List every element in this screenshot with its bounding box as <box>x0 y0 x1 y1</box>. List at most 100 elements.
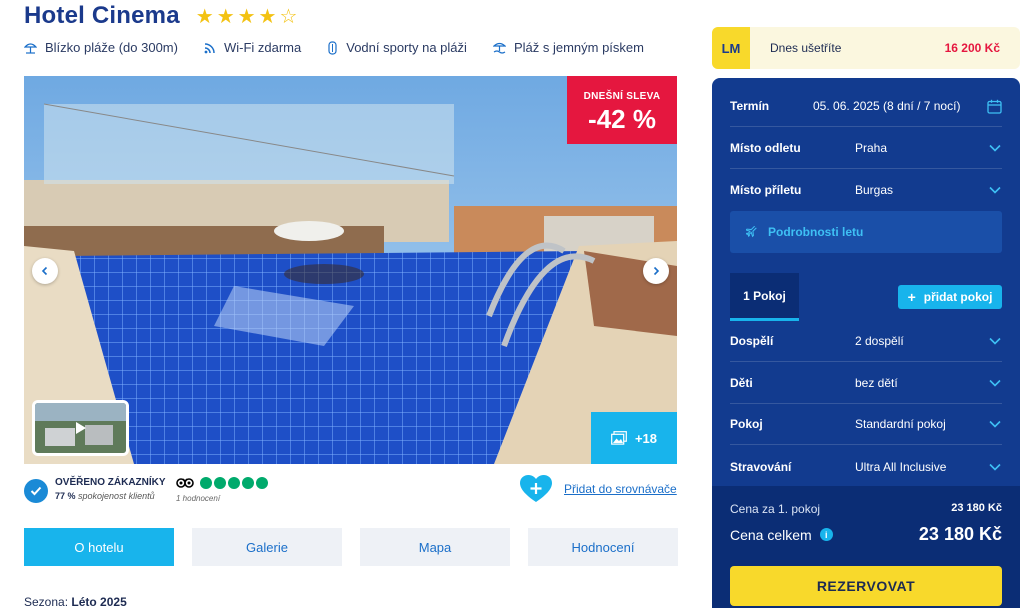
hotel-header: Hotel Cinema ★★★★☆ <box>24 2 300 30</box>
term-value: 05. 06. 2025 (8 dní / 7 nocí) <box>813 99 961 113</box>
price-total-label: Cena celkem <box>730 526 812 543</box>
term-selector[interactable]: Termín 05. 06. 2025 (8 dní / 7 nocí) <box>730 86 1002 127</box>
reserve-button[interactable]: REZERVOVAT <box>730 566 1002 606</box>
amenity-label: Blízko pláže (do 300m) <box>45 40 178 55</box>
verified-by-customers: OVĚŘENO ZÁKAZNÍKY 77 % spokojenost klien… <box>24 477 166 503</box>
chevron-down-icon <box>989 144 1001 152</box>
photos-icon <box>611 431 627 445</box>
calendar-icon <box>987 99 1002 114</box>
departure-value: Praha <box>855 141 888 155</box>
savings-banner: LM Dnes ušetříte 16 200 Kč <box>712 27 1020 69</box>
discount-value: -42 % <box>588 104 656 134</box>
rating-bubble-icon <box>214 477 226 489</box>
discount-label: DNEŠNÍ SLEVA <box>583 91 661 102</box>
tab-gallery[interactable]: Galerie <box>192 528 342 566</box>
arrival-selector[interactable]: Místo příletu Burgas <box>730 169 1002 210</box>
season-value: Léto 2025 <box>71 595 127 608</box>
season-info: Sezona: Léto 2025 <box>24 595 127 608</box>
room-type-selector[interactable]: Pokoj Standardní pokoj <box>730 404 1002 445</box>
tab-about-hotel[interactable]: O hotelu <box>24 528 174 566</box>
tripadvisor-bubbles <box>200 477 270 489</box>
children-value: bez dětí <box>855 376 898 390</box>
video-thumbnail-image <box>35 403 126 453</box>
gallery-next-button[interactable] <box>643 258 669 284</box>
rooms-row: 1 Pokoj + přidat pokoj <box>730 273 1002 321</box>
amenity-water-sports: Vodní sporty na pláži <box>327 40 467 55</box>
last-minute-badge: LM <box>712 27 750 69</box>
airplane-icon <box>746 226 757 238</box>
beach-umbrella-icon <box>24 43 37 54</box>
board-selector[interactable]: Stravování Ultra All Inclusive <box>730 446 1002 487</box>
children-selector[interactable]: Děti bez dětí <box>730 363 1002 404</box>
tab-reviews[interactable]: Hodnocení <box>528 528 678 566</box>
amenity-wifi: Wi-Fi zdarma <box>204 40 301 55</box>
tripadvisor-rating: 1 hodnocení <box>176 477 270 503</box>
video-thumbnail[interactable] <box>32 400 129 456</box>
rating-bubble-icon <box>200 477 212 489</box>
verified-check-icon <box>24 479 48 503</box>
chevron-left-icon <box>41 266 48 276</box>
chevron-down-icon <box>989 463 1001 471</box>
price-summary: Cena za 1. pokoj 23 180 Kč Cena celkem i… <box>712 486 1020 608</box>
adults-label: Dospělí <box>730 334 774 348</box>
price-per-room-label: Cena za 1. pokoj <box>730 502 821 516</box>
amenity-label: Pláž s jemným pískem <box>513 40 644 55</box>
booking-panel: Termín 05. 06. 2025 (8 dní / 7 nocí) Mís… <box>712 78 1020 608</box>
info-icon[interactable]: i <box>819 528 833 541</box>
discount-badge: DNEŠNÍ SLEVA -42 % <box>567 76 677 144</box>
more-photos-count: +18 <box>634 430 658 446</box>
heart-plus-icon <box>520 475 552 502</box>
hotel-star-rating: ★★★★☆ <box>196 4 301 29</box>
sand-beach-icon <box>492 42 506 54</box>
price-total: Cena celkem i 23 180 Kč <box>730 524 1002 545</box>
room-tab-1[interactable]: 1 Pokoj <box>730 273 799 321</box>
flight-details-button[interactable]: Podrobnosti letu <box>730 211 1002 253</box>
verified-title: OVĚŘENO ZÁKAZNÍKY <box>55 477 166 488</box>
amenity-sand-beach: Pláž s jemným pískem <box>492 40 644 55</box>
season-label: Sezona: <box>24 595 69 608</box>
amenities-list: Blízko pláže (do 300m) Wi-Fi zdarma Vodn… <box>24 40 670 55</box>
satisfaction-percent: 77 % <box>55 491 76 501</box>
more-photos-button[interactable]: +18 <box>591 412 677 464</box>
tripadvisor-owl-icon <box>176 478 194 488</box>
term-label: Termín <box>730 99 770 113</box>
chevron-down-icon <box>989 186 1001 194</box>
room-type-label: Pokoj <box>730 417 763 431</box>
chevron-right-icon <box>653 266 660 276</box>
rating-bubble-icon <box>256 477 268 489</box>
departure-selector[interactable]: Místo odletu Praha <box>730 128 1002 169</box>
plus-icon: + <box>907 289 916 305</box>
rating-bubble-icon <box>228 477 240 489</box>
tripadvisor-count: 1 hodnocení <box>176 494 221 503</box>
wifi-icon <box>204 42 215 53</box>
add-to-compare-link[interactable]: Přidat do srovnávače <box>564 482 677 496</box>
departure-label: Místo odletu <box>730 141 801 155</box>
add-to-compare[interactable]: Přidat do srovnávače <box>520 475 677 503</box>
add-room-button[interactable]: + přidat pokoj <box>898 285 1002 309</box>
tab-map[interactable]: Mapa <box>360 528 510 566</box>
amenity-label: Vodní sporty na pláži <box>346 40 467 55</box>
adults-value: 2 dospělí <box>855 334 904 348</box>
amenity-beach-distance: Blízko pláže (do 300m) <box>24 40 178 55</box>
hotel-photo-gallery[interactable]: DNEŠNÍ SLEVA -42 % +18 <box>24 76 677 464</box>
price-per-room-value: 23 180 Kč <box>951 502 1002 514</box>
rating-bubble-icon <box>242 477 254 489</box>
price-total-value: 23 180 Kč <box>918 524 1002 544</box>
arrival-label: Místo příletu <box>730 182 802 197</box>
children-label: Děti <box>730 376 753 390</box>
room-type-value: Standardní pokoj <box>855 417 946 431</box>
hotel-title: Hotel Cinema <box>24 2 180 29</box>
star-filled-icons: ★★★★ <box>195 5 280 28</box>
adults-selector[interactable]: Dospělí 2 dospělí <box>730 321 1002 362</box>
chevron-down-icon <box>989 420 1001 428</box>
arrival-value: Burgas <box>855 182 894 197</box>
gallery-prev-button[interactable] <box>32 258 58 284</box>
satisfaction-label: spokojenost klientů <box>78 491 155 501</box>
chevron-down-icon <box>989 379 1001 387</box>
water-sports-icon <box>328 40 337 55</box>
board-value: Ultra All Inclusive <box>855 459 947 474</box>
flight-details-label: Podrobnosti letu <box>768 225 864 239</box>
verified-satisfaction: 77 % spokojenost klientů <box>55 491 166 501</box>
hotel-tabs: O hotelu Galerie Mapa Hodnocení <box>24 528 696 566</box>
savings-label: Dnes ušetříte <box>770 41 842 55</box>
